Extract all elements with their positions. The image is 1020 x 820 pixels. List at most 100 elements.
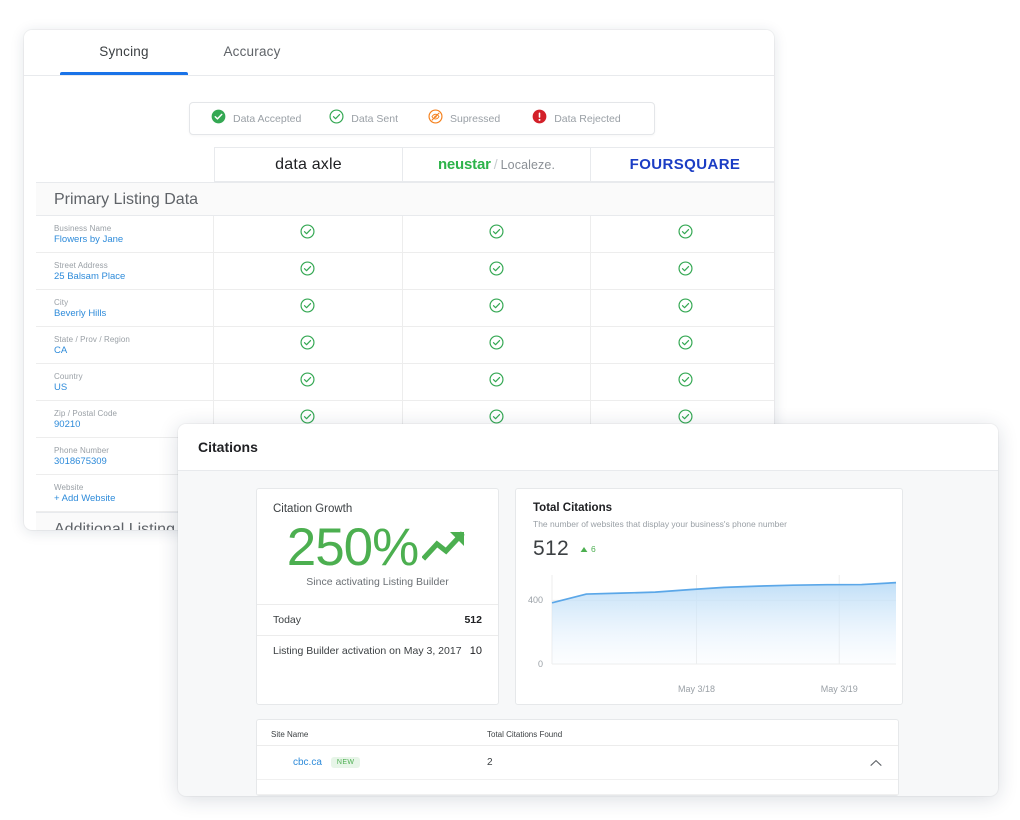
- citation-growth-percent: 250%: [286, 518, 420, 577]
- tab-accuracy[interactable]: Accuracy: [188, 30, 316, 74]
- legend-label-data-sent: Data Sent: [351, 112, 398, 125]
- y-axis-tick-0: 0: [538, 659, 544, 669]
- localeze-logo-text: Localeze.: [500, 158, 556, 172]
- foursquare-logo: FOURSQUARE: [629, 156, 741, 173]
- citations-panel: Citations Citation Growth 250% Since act…: [178, 424, 998, 796]
- citation-growth-headline: 250%: [273, 521, 482, 574]
- citation-growth-stat-activation: Listing Builder activation on May 3, 201…: [257, 635, 498, 666]
- status-cell-data-axle: [214, 327, 403, 363]
- status-cell-neustar: [403, 253, 592, 289]
- legend-item-supressed: Supressed: [398, 108, 501, 129]
- check-circle-outline-icon: [300, 224, 315, 244]
- legend-label-data-rejected: Data Rejected: [554, 112, 621, 125]
- legend-item-data-accepted: Data Accepted: [190, 109, 301, 129]
- field-label: Business Name: [54, 223, 112, 233]
- status-cell-foursquare: [591, 290, 774, 326]
- screenshot-root: Syncing Accuracy Data Accepted Data Sent…: [0, 0, 1020, 820]
- chart-x-axis: May 3/18 May 3/19: [516, 682, 902, 704]
- row-label-city: City Beverly Hills: [36, 290, 214, 326]
- field-value[interactable]: CA: [54, 345, 213, 357]
- total-citations-value: 512: [533, 537, 569, 560]
- status-cell-foursquare: [591, 327, 774, 363]
- field-label: Country: [54, 371, 83, 381]
- status-legend: Data Accepted Data Sent Supressed Data R…: [189, 102, 655, 135]
- status-cell-neustar: [403, 327, 592, 363]
- field-value[interactable]: Beverly Hills: [54, 308, 213, 320]
- table-row[interactable]: State / Prov / Region CA: [36, 327, 774, 364]
- field-label: City: [54, 297, 69, 307]
- provider-header-row: data axle neustar / Localeze. FOURSQUARE: [214, 147, 774, 182]
- row-label-state-prov-region: State / Prov / Region CA: [36, 327, 214, 363]
- check-circle-outline-icon: [329, 108, 344, 129]
- chevron-up-icon[interactable]: [870, 754, 882, 772]
- row-label-business-name: Business Name Flowers by Jane: [36, 216, 214, 252]
- triangle-up-icon: [580, 540, 588, 558]
- delta-value: 6: [590, 544, 596, 554]
- check-circle-outline-icon: [489, 372, 504, 392]
- citation-growth-top: Citation Growth 250% Since activating Li…: [257, 489, 498, 604]
- status-cell-foursquare: [591, 216, 774, 252]
- data-axle-logo: data axle: [275, 155, 342, 173]
- table-row[interactable]: City Beverly Hills: [36, 290, 774, 327]
- citations-header: Citations: [178, 424, 998, 471]
- stat-value: 10: [469, 645, 482, 657]
- sites-table-header: Site Name Total Citations Found: [257, 720, 898, 746]
- field-value[interactable]: US: [54, 382, 213, 394]
- citation-growth-subtitle: Since activating Listing Builder: [306, 576, 449, 588]
- check-circle-outline-icon: [300, 261, 315, 281]
- status-cell-neustar: [403, 290, 592, 326]
- legend-label-supressed: Supressed: [450, 112, 501, 125]
- x-axis-label-1: May 3/18: [677, 684, 715, 694]
- total-citations-stat-row: 512 6: [516, 537, 902, 561]
- table-row[interactable]: cbc.ca NEW 2: [257, 746, 898, 780]
- column-header-total-citations-found: Total Citations Found: [487, 724, 837, 742]
- field-value[interactable]: 25 Balsam Place: [54, 271, 213, 283]
- tab-syncing[interactable]: Syncing: [60, 30, 188, 74]
- legend-item-data-rejected: Data Rejected: [500, 109, 621, 129]
- exclamation-circle-filled-icon: [532, 109, 547, 129]
- field-value[interactable]: Flowers by Jane: [54, 234, 213, 246]
- field-label: Street Address: [54, 260, 108, 270]
- tab-active-underline: [60, 72, 188, 75]
- status-cell-data-axle: [214, 290, 403, 326]
- y-axis-tick-400: 400: [528, 595, 544, 606]
- site-link-cbc-ca[interactable]: cbc.ca: [293, 757, 322, 768]
- total-citations-chart: 400 0: [516, 567, 902, 682]
- status-cell-data-axle: [214, 253, 403, 289]
- status-cell-neustar: [403, 216, 592, 252]
- page-title: Citations: [198, 439, 258, 455]
- table-row-empty: [257, 780, 898, 795]
- neustar-logo-text: neustar: [437, 156, 491, 173]
- row-label-street-address: Street Address 25 Balsam Place: [36, 253, 214, 289]
- site-name-cell: cbc.ca NEW: [257, 757, 487, 768]
- site-count-cell: 2: [487, 757, 493, 768]
- status-cell-neustar: [403, 364, 592, 400]
- total-citations-subtitle: The number of websites that display your…: [533, 519, 787, 529]
- neustar-logo: neustar / Localeze.: [438, 156, 555, 173]
- check-circle-outline-icon: [678, 224, 693, 244]
- citation-growth-title: Citation Growth: [273, 503, 353, 515]
- check-circle-outline-icon: [678, 261, 693, 281]
- provider-data-axle: data axle: [215, 148, 403, 181]
- trending-up-icon: [421, 525, 468, 570]
- provider-foursquare: FOURSQUARE: [591, 148, 774, 181]
- status-cell-foursquare: [591, 364, 774, 400]
- eye-off-circle-icon: [428, 108, 443, 129]
- check-circle-outline-icon: [678, 372, 693, 392]
- field-label: State / Prov / Region: [54, 334, 130, 344]
- total-citations-delta: 6: [580, 540, 596, 558]
- status-cell-data-axle: [214, 216, 403, 252]
- logo-divider: /: [493, 156, 498, 172]
- check-circle-outline-icon: [489, 298, 504, 318]
- check-circle-outline-icon: [489, 224, 504, 244]
- stat-label: Today: [273, 614, 302, 626]
- check-circle-outline-icon: [489, 335, 504, 355]
- provider-neustar-localeze: neustar / Localeze.: [403, 148, 591, 181]
- tab-bar: Syncing Accuracy: [24, 30, 774, 76]
- table-row[interactable]: Street Address 25 Balsam Place: [36, 253, 774, 290]
- table-row[interactable]: Country US: [36, 364, 774, 401]
- citations-body: Citation Growth 250% Since activating Li…: [178, 471, 998, 796]
- table-row[interactable]: Business Name Flowers by Jane: [36, 216, 774, 253]
- stat-label: Listing Builder activation on May 3, 201…: [273, 645, 462, 657]
- total-citations-card: Total Citations The number of websites t…: [515, 488, 903, 705]
